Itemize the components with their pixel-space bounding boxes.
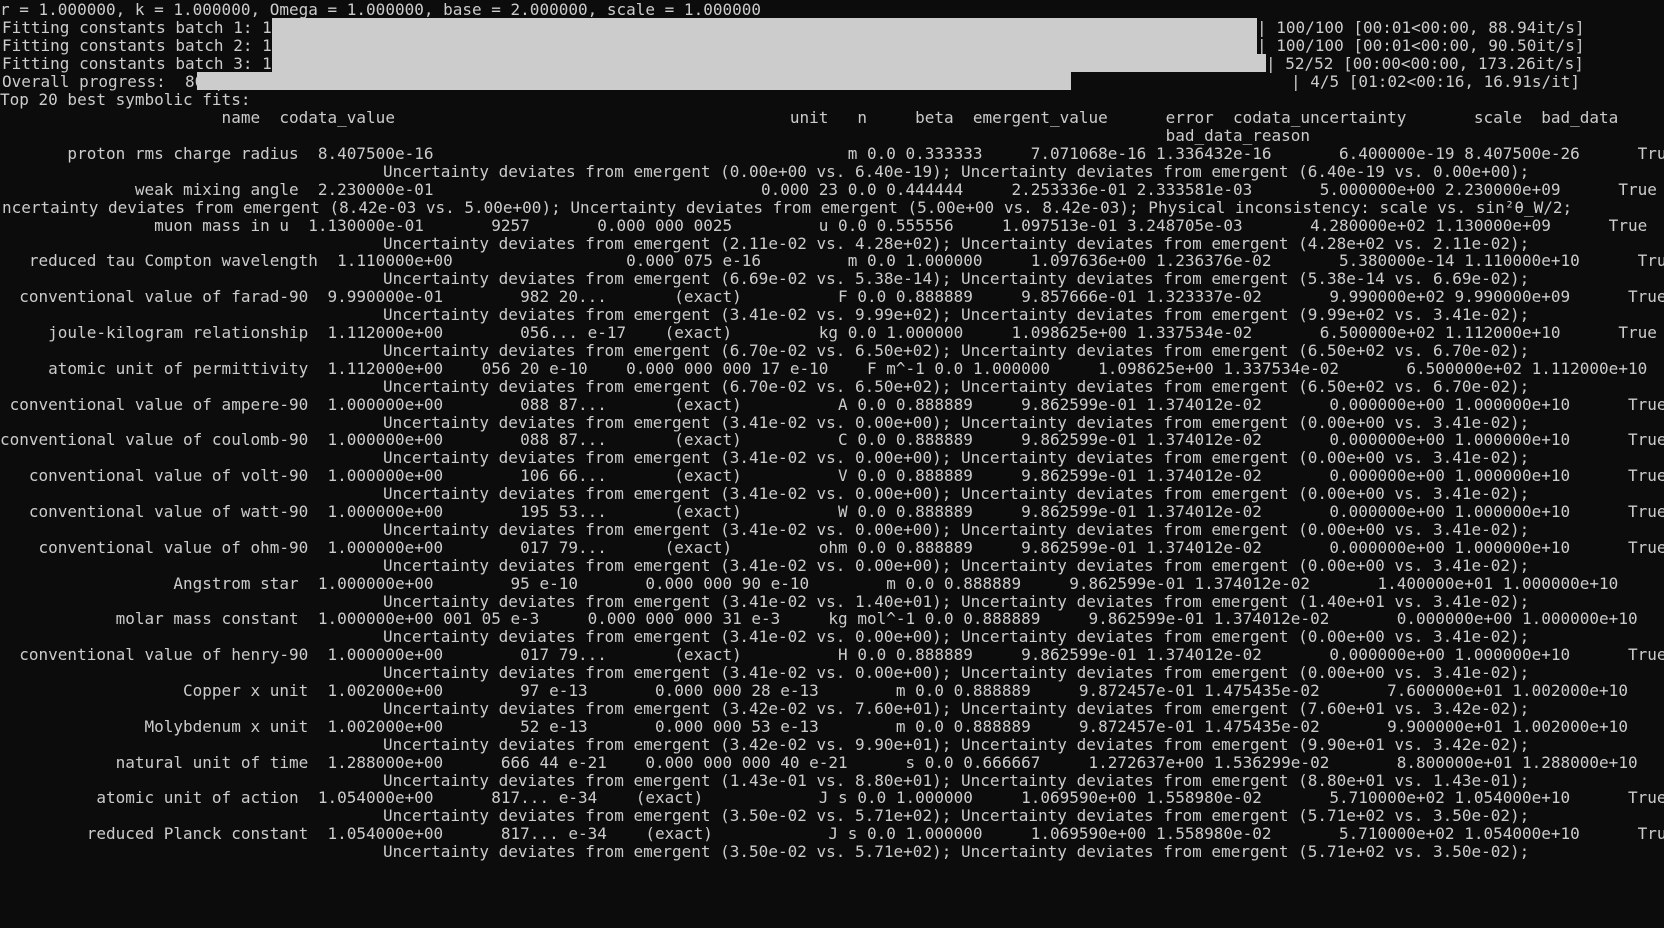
table-row: Molybdenum x unit 1.002000e+00 52 e-13 0… [0,717,1664,736]
table-row: natural unit of time 1.288000e+00 666 44… [0,753,1664,772]
table-row: conventional value of watt-90 1.000000e+… [0,502,1664,521]
bad-data-reason: Uncertainty deviates from emergent (3.41… [383,627,1530,646]
progress-overall: Overall progress: 80%| | 4/5 [01:02<00:1… [0,72,1664,91]
bad-data-reason: Uncertainty deviates from emergent (3.50… [383,842,1530,861]
table-row: atomic unit of permittivity 1.112000e+00… [0,359,1664,378]
terminal-window[interactable]: r = 1.000000, k = 1.000000, Omega = 1.00… [0,0,1664,928]
progress-stats: | 100/100 [00:01<00:00, 90.50it/s] [1257,36,1585,55]
table-row: conventional value of farad-90 9.990000e… [0,287,1664,306]
table-row: atomic unit of action 1.054000e+00 817..… [0,788,1664,807]
table-row: conventional value of coulomb-90 1.00000… [0,430,1664,449]
bad-data-reason: Uncertainty deviates from emergent (3.41… [383,305,1530,324]
bad-data-reason: Uncertainty deviates from emergent (6.69… [383,269,1530,288]
table-header-bad-data-reason: bad_data_reason [0,126,1311,145]
bad-data-reason: Uncertainty deviates from emergent (3.41… [383,663,1530,682]
table-row: proton rms charge radius 8.407500e-16 m … [0,144,1664,163]
top-fits-title: Top 20 best symbolic fits: [0,90,251,109]
bad-data-reason: Uncertainty deviates from emergent (3.50… [383,806,1530,825]
table-row: conventional value of ampere-90 1.000000… [0,395,1664,414]
bad-data-reason: Uncertainty deviates from emergent (0.00… [383,162,1530,181]
table-row: Angstrom star 1.000000e+00 95 e-10 0.000… [0,574,1664,593]
bad-data-reason: Uncertainty deviates from emergent (3.41… [383,448,1530,467]
table-row: reduced tau Compton wavelength 1.110000e… [0,251,1664,270]
bad-data-reason: Uncertainty deviates from emergent (3.42… [383,699,1530,718]
bad-data-reason: Uncertainty deviates from emergent (3.41… [383,520,1530,539]
bad-data-reason: Uncertainty deviates from emergent (3.41… [383,484,1530,503]
progress-bar-fill [197,72,1071,90]
table-row: reduced Planck constant 1.054000e+00 817… [0,824,1664,843]
bad-data-reason: ncertainty deviates from emergent (8.42e… [2,198,1573,217]
bad-data-reason: Uncertainty deviates from emergent (3.42… [383,735,1530,754]
progress-label: Fitting constants batch 3: 100%| [2,54,311,73]
params-line: r = 1.000000, k = 1.000000, Omega = 1.00… [0,0,761,19]
progress-label: Fitting constants batch 2: 100%| [2,36,311,55]
table-row: Copper x unit 1.002000e+00 97 e-13 0.000… [0,681,1664,700]
progress-stats: | 4/5 [01:02<00:16, 16.91s/it] [1291,72,1580,91]
bad-data-reason: Uncertainty deviates from emergent (6.70… [383,341,1530,360]
progress-batch-1: Fitting constants batch 1: 100%| | 100/1… [0,18,1664,37]
table-row: muon mass in u 1.130000e-01 9257 0.000 0… [0,216,1648,235]
progress-bar-fill [272,18,1257,36]
table-row: conventional value of ohm-90 1.000000e+0… [0,538,1664,557]
table-row: conventional value of henry-90 1.000000e… [0,645,1664,664]
progress-batch-2: Fitting constants batch 2: 100%| | 100/1… [0,36,1664,55]
progress-bar-fill [272,54,1266,72]
progress-stats: | 52/52 [00:00<00:00, 173.26it/s] [1266,54,1584,73]
progress-label: Overall progress: 80%| [2,72,224,91]
bad-data-reason: Uncertainty deviates from emergent (3.41… [383,556,1530,575]
progress-bar-fill [272,36,1257,54]
bad-data-reason: Uncertainty deviates from emergent (6.70… [383,377,1530,396]
table-row: joule-kilogram relationship 1.112000e+00… [0,323,1657,342]
table-row: conventional value of volt-90 1.000000e+… [0,466,1664,485]
progress-batch-3: Fitting constants batch 3: 100%| | 52/52… [0,54,1664,73]
progress-label: Fitting constants batch 1: 100%| [2,18,311,37]
table-row: molar mass constant 1.000000e+00 001 05 … [0,609,1664,628]
progress-stats: | 100/100 [00:01<00:00, 88.94it/s] [1257,18,1585,37]
table-row: weak mixing angle 2.230000e-01 0.000 23 … [0,180,1664,199]
table-header: name codata_value unit n beta emergent_v… [0,108,1619,127]
